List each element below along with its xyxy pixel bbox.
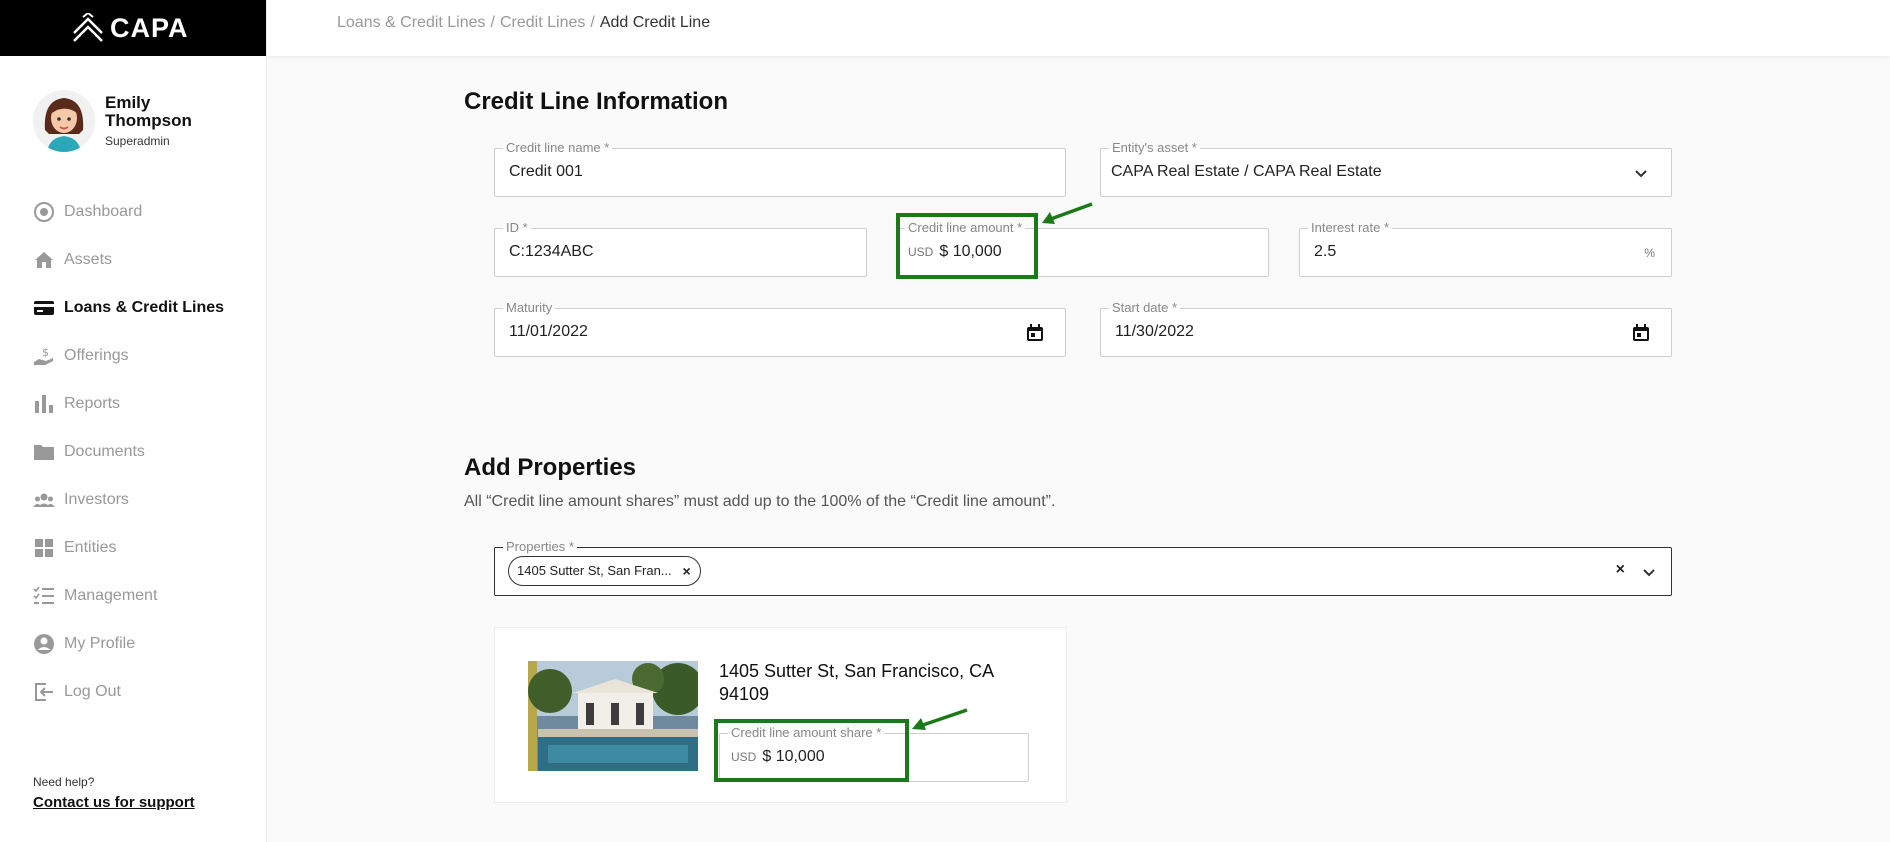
home-icon	[33, 249, 55, 271]
breadcrumb-separator: /	[590, 14, 595, 31]
help-question: Need help?	[33, 775, 95, 789]
highlight-box	[896, 213, 1038, 279]
field-value: CAPA Real Estate / CAPA Real Estate	[1111, 163, 1382, 180]
dashboard-icon	[33, 201, 55, 223]
help-section: Need help? Contact us for support	[33, 775, 195, 811]
grid-icon	[33, 537, 55, 559]
property-chip[interactable]: 1405 Sutter St, San Fran... ×	[508, 556, 701, 586]
credit-card-icon	[33, 297, 55, 319]
chevron-down-icon[interactable]	[1631, 163, 1651, 183]
sidebar-item-my-profile[interactable]: My Profile	[0, 620, 266, 668]
properties-note: All “Credit line amount shares” must add…	[464, 493, 1056, 510]
start-date-field[interactable]: Start date * 11/30/2022	[1100, 300, 1672, 357]
field-label: Entity's asset *	[1109, 140, 1200, 156]
field-value: C:1234ABC	[509, 243, 594, 260]
capa-logo-icon	[72, 11, 104, 43]
brand-name: CAPA	[110, 12, 189, 43]
hand-money-icon: $	[33, 345, 55, 367]
breadcrumb-credit-lines[interactable]: Credit Lines	[500, 14, 585, 31]
user-profile[interactable]: Emily Thompson Superadmin	[33, 90, 266, 152]
sidebar-item-label: Management	[64, 587, 158, 604]
interest-rate-field[interactable]: Interest rate * 2.5 %	[1299, 220, 1672, 277]
percent-suffix: %	[1644, 246, 1655, 260]
field-label: Properties *	[503, 539, 577, 555]
sidebar: CAPA Emily Thompson Superadmin Dashboard…	[0, 0, 267, 842]
sidebar-item-management[interactable]: Management	[0, 572, 266, 620]
remove-chip-icon[interactable]: ×	[682, 557, 690, 585]
sidebar-item-offerings[interactable]: $ Offerings	[0, 332, 266, 380]
sidebar-item-documents[interactable]: Documents	[0, 428, 266, 476]
user-circle-icon	[33, 633, 55, 655]
sidebar-item-label: Offerings	[64, 347, 129, 364]
sidebar-item-log-out[interactable]: Log Out	[0, 668, 266, 716]
sidebar-item-label: Investors	[64, 491, 129, 508]
sidebar-item-label: My Profile	[64, 635, 136, 652]
sidebar-item-label: Loans & Credit Lines	[64, 299, 225, 316]
breadcrumb: Loans & Credit Lines / Credit Lines / Add Cr…	[337, 14, 710, 32]
sidebar-item-label: Dashboard	[64, 203, 143, 220]
property-photo	[528, 661, 698, 771]
section-title-add-properties: Add Properties	[464, 454, 637, 481]
logout-icon	[33, 681, 55, 703]
maturity-date-field[interactable]: Maturity 11/01/2022	[494, 300, 1066, 357]
breadcrumb-separator: /	[490, 14, 495, 31]
sidebar-item-entities[interactable]: Entities	[0, 524, 266, 572]
user-name: Emily Thompson	[105, 93, 192, 130]
field-label: Maturity	[503, 300, 556, 316]
field-value: 11/01/2022	[509, 323, 588, 340]
logo-bar: CAPA	[0, 0, 266, 56]
sidebar-item-reports[interactable]: Reports	[0, 380, 266, 428]
field-label: ID *	[503, 220, 531, 236]
checklist-icon	[33, 585, 55, 607]
sidebar-item-label: Assets	[64, 251, 113, 268]
chip-label: 1405 Sutter St, San Fran...	[517, 563, 672, 578]
contact-support-link[interactable]: Contact us for support	[33, 794, 195, 811]
field-value: 2.5	[1314, 243, 1337, 260]
group-icon	[33, 489, 55, 511]
property-title: 1405 Sutter St, San Francisco, CA 94109	[719, 661, 994, 704]
folder-icon	[33, 441, 55, 463]
sidebar-item-label: Log Out	[64, 683, 121, 700]
sidebar-item-label: Documents	[64, 443, 145, 460]
sidebar-item-label: Reports	[64, 395, 121, 412]
sidebar-item-dashboard[interactable]: Dashboard	[0, 188, 266, 236]
avatar	[33, 90, 95, 152]
breadcrumb-current: Add Credit Line	[599, 14, 711, 31]
chevron-down-icon[interactable]	[1639, 562, 1659, 582]
highlight-box	[714, 719, 909, 782]
sidebar-item-investors[interactable]: Investors	[0, 476, 266, 524]
top-bar: Loans & Credit Lines / Credit Lines / Add Cr…	[267, 0, 1890, 56]
annotation-arrow-icon	[1042, 202, 1093, 224]
annotation-arrow-icon	[912, 708, 968, 730]
sidebar-item-assets[interactable]: Assets	[0, 236, 266, 284]
section-title-credit-info: Credit Line Information	[464, 88, 728, 115]
svg-text:$: $	[42, 346, 49, 359]
sidebar-nav: Dashboard Assets Loans & Credit Lines $ …	[0, 188, 266, 716]
field-value: Credit 001	[509, 163, 583, 180]
field-label: Credit line name *	[503, 140, 613, 156]
sidebar-item-loans-credit-lines[interactable]: Loans & Credit Lines	[0, 284, 266, 332]
clear-icon[interactable]: ×	[1616, 561, 1625, 579]
calendar-icon[interactable]	[1025, 323, 1045, 343]
bar-chart-icon	[33, 393, 55, 415]
sidebar-item-label: Entities	[64, 539, 117, 556]
credit-line-name-field[interactable]: Credit line name * Credit 001	[494, 140, 1066, 197]
id-field[interactable]: ID * C:1234ABC	[494, 220, 867, 277]
field-label: Start date *	[1109, 300, 1181, 316]
field-label: Interest rate *	[1308, 220, 1393, 236]
field-value: 11/30/2022	[1115, 323, 1194, 340]
calendar-icon[interactable]	[1631, 323, 1651, 343]
entity-asset-select[interactable]: Entity's asset * CAPA Real Estate / CAPA…	[1100, 140, 1672, 197]
user-role: Superadmin	[105, 134, 170, 148]
breadcrumb-loans[interactable]: Loans & Credit Lines	[337, 14, 486, 31]
